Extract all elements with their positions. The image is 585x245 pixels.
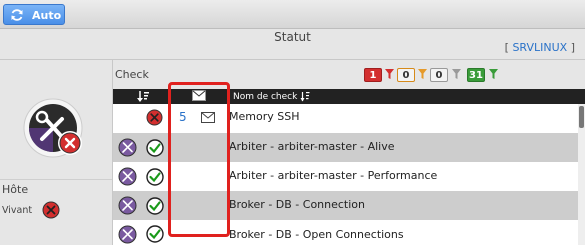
filter-warning-icon[interactable] <box>418 69 427 79</box>
auto-refresh-button[interactable]: Auto <box>3 4 65 25</box>
service-tools-icon <box>118 196 137 215</box>
ok-state-icon <box>146 197 164 215</box>
sort-state-icon[interactable] <box>136 90 150 103</box>
status-title: Statut <box>274 30 311 44</box>
critical-state-icon <box>146 109 163 126</box>
column-header-name[interactable]: Nom de check <box>233 90 297 104</box>
host-separator <box>0 179 112 180</box>
ok-state-icon <box>146 168 164 186</box>
server-reference: [ SRVLINUX ] <box>505 41 575 54</box>
host-label: Hôte <box>2 183 29 196</box>
auto-label: Auto <box>32 9 62 22</box>
check-name[interactable]: Arbiter - arbiter-master - Performance <box>229 169 437 182</box>
check-name[interactable]: Arbiter - arbiter-master - Alive <box>229 140 395 153</box>
refresh-icon <box>11 9 23 21</box>
server-link[interactable]: SRVLINUX <box>512 41 567 54</box>
service-tools-icon <box>118 225 137 244</box>
notification-column-highlight <box>168 82 230 237</box>
ok-state-icon <box>146 139 164 157</box>
scrollbar-thumb[interactable] <box>579 106 584 128</box>
ok-count-badge[interactable]: 31 <box>467 68 485 82</box>
check-name[interactable]: Memory SSH <box>229 110 299 123</box>
host-state-icon <box>23 98 83 158</box>
critical-count-badge[interactable]: 1 <box>364 68 382 82</box>
check-section-label: Check <box>115 68 149 81</box>
sort-name-icon[interactable] <box>300 91 310 102</box>
top-toolbar: Auto <box>0 0 585 29</box>
header-divider <box>0 59 585 60</box>
server-bracket-close: ] <box>567 41 575 54</box>
ok-state-icon <box>146 225 164 243</box>
check-name[interactable]: Broker - DB - Connection <box>229 198 365 211</box>
service-tools-icon <box>118 138 137 157</box>
host-down-icon <box>42 201 60 219</box>
filter-critical-icon[interactable] <box>385 69 394 79</box>
host-state-label: Vivant <box>2 205 33 216</box>
filter-ok-icon[interactable] <box>489 69 498 79</box>
warning-count-badge[interactable]: 0 <box>397 68 415 82</box>
unknown-count-badge[interactable]: 0 <box>430 68 448 82</box>
filter-unknown-icon[interactable] <box>452 69 461 79</box>
check-name[interactable]: Broker - DB - Open Connections <box>229 228 404 241</box>
service-tools-icon <box>118 167 137 186</box>
